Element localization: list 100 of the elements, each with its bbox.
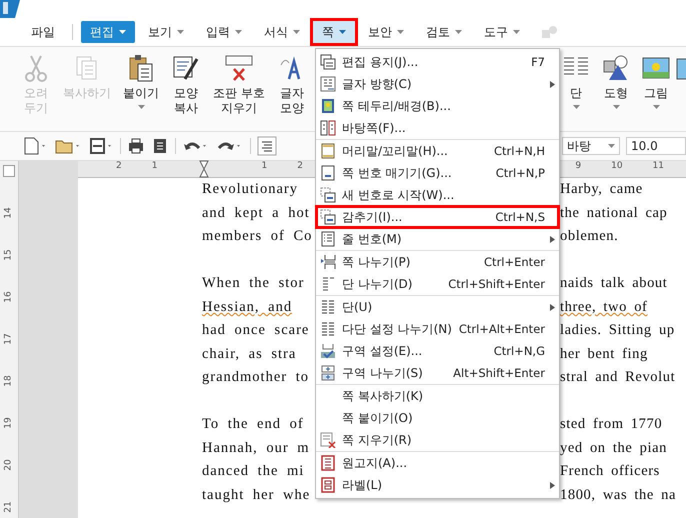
document-text: Harby, came [560,181,643,198]
menu-item[interactable]: 쪽 붙이기(O) [316,407,559,429]
ruler-number: 15 [3,249,15,261]
ruler-number: 2 [297,161,303,173]
ruler-number: 1 [152,161,158,173]
header-footer-icon [320,143,336,159]
document-text: the national cap [560,204,668,222]
ribbon-button[interactable]: 그림 [636,51,676,131]
menu-tab[interactable]: 검토 [417,21,471,43]
ribbon-button[interactable]: 붙이기 [118,51,164,131]
document-text: French officers [560,463,660,480]
menu-tab[interactable]: 도구 [475,21,529,43]
document-text: Hessian, and [202,298,292,316]
document-text: 1800, was the na [560,486,676,504]
document-text: her bent fing [560,346,648,363]
framed-picture-icon [320,98,336,114]
ruler-number: 2 [116,161,122,173]
menu-item[interactable]: 다단 설정 나누기(N) Ctrl+Alt+Enter [316,318,559,340]
ruler-number: 1 [261,161,268,173]
menu-item[interactable]: 단 나누기(D) Ctrl+Shift+Enter [316,273,559,295]
ruler-number: 20 [3,459,15,471]
grid-paper-icon [320,455,336,471]
document-text: Hannah, our m [202,440,310,457]
menu-tab[interactable]: 파일 [22,21,64,43]
document-text: had once scare [202,322,310,340]
menu-item[interactable]: 쪽 번호 매기기(G)... Ctrl+N,P [316,162,559,184]
save-icon[interactable] [88,137,114,155]
print-icon[interactable] [127,137,145,155]
stacked-pages-icon [320,209,336,225]
menu-item[interactable]: 원고지(A)... [316,452,559,474]
document-text: chair, as stra [202,346,296,363]
menu-item[interactable]: 쪽 테두리/배경(B)... [316,95,559,117]
page-number-icon [320,165,336,181]
indent-marker-icon[interactable] [199,160,209,178]
ruler-corner-icon[interactable] [3,165,15,177]
menu-tab[interactable]: 보기 [139,21,193,43]
preview-icon[interactable] [151,137,169,155]
ribbon-button[interactable]: 단 [556,51,596,131]
ribbon-button[interactable]: 글자 모양 [272,51,312,131]
columns-icon [320,321,336,337]
menu-item[interactable]: 글자 방향(C) [316,73,559,95]
menu-item[interactable]: 바탕쪽(F)... [316,117,559,139]
menu-item[interactable]: 라벨(L) [316,474,559,496]
new-document-icon[interactable] [22,137,48,155]
numbered-list-icon [320,231,336,247]
caret-icon [293,30,300,34]
document-text: ladies. Sitting up [560,322,675,340]
menu-item[interactable]: 쪽 복사하기(K) [316,385,559,407]
menu-tab[interactable]: 쪽 [313,21,355,43]
document-text: stral and Revolut [560,369,676,386]
ruler-number: 17 [3,333,15,345]
caret-icon [572,105,580,109]
caret-icon [608,144,615,148]
document-text: grandmother to [202,369,309,386]
menu-item[interactable]: 줄 번호(M) [316,228,559,250]
lines-icon [320,276,336,292]
menu-item[interactable]: 머리말/꼬리말(H)... Ctrl+N,H [316,140,559,162]
align-icon[interactable] [257,136,277,156]
ribbon-button[interactable]: 모양 복사 [166,51,206,131]
caret-icon [138,105,144,109]
font-size-field[interactable]: 10.0 [626,137,686,155]
document-text: and kept a hot [202,204,310,222]
menu-tab[interactable]: 보안 [359,21,413,43]
label-sheet-icon [320,477,336,493]
menu-item[interactable]: 구역 설정(E)... Ctrl+N,G [316,340,559,362]
menu-item[interactable]: 단(U) [316,296,559,318]
caret-icon [235,30,242,34]
menu-item[interactable]: 쪽 나누기(P) Ctrl+Enter [316,251,559,273]
delete-page-icon [320,432,336,448]
page-break-icon [320,254,336,270]
document-text: members of Co [202,228,312,246]
ruler-number: 19 [3,417,15,429]
menu-tab[interactable]: 서식 [255,21,309,43]
document-text: oblemen. [560,228,618,246]
menu-item[interactable]: 새 번호로 시작(W)... [316,184,559,206]
font-select[interactable]: 바탕 [562,137,620,155]
caret-icon [119,30,126,34]
menu-item[interactable]: 쪽 지우기(R) [316,429,559,451]
submenu-arrow-icon [550,236,554,242]
menu-tab[interactable]: 입력 [197,21,251,43]
ribbon-button[interactable]: 도형 [596,51,636,131]
document-text: three, two of [560,298,648,316]
menu-item[interactable]: 편집 용지(J)... F7 [316,51,559,73]
document-text: Revolutionary [202,181,298,198]
document-text: danced the mi [202,463,304,480]
ruler-number: 18 [3,375,15,387]
ruler-number: 9 [575,161,582,173]
menu-item[interactable]: 감추기(I)... Ctrl+N,S [316,206,559,228]
submenu-arrow-icon [550,304,554,310]
ruler-number: 10 [611,161,623,173]
stacked-pages-icon [320,187,336,203]
ribbon-button[interactable]: 조판 부호 지우기 [208,51,270,131]
menu-item[interactable]: 구역 나누기(S) Alt+Shift+Enter [316,362,559,384]
caret-icon [455,30,462,34]
menu-tab[interactable]: 편집 [81,21,135,43]
submenu-arrow-icon [550,80,554,88]
pages-icon [320,54,336,70]
clear-marks-icon [224,53,254,83]
document-text: yed on the pian [560,440,667,457]
section-break-icon [320,365,336,381]
